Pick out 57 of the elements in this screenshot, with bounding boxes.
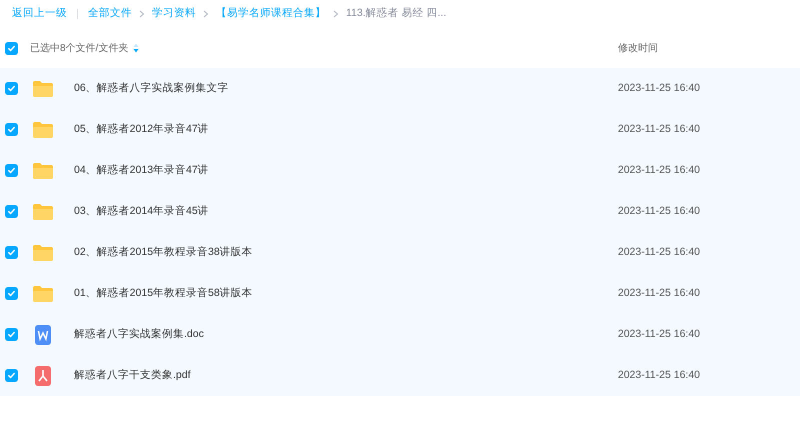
- checkmark-icon: [7, 330, 16, 339]
- folder-icon: [32, 284, 54, 302]
- folder-icon: [32, 80, 54, 98]
- checkbox[interactable]: [5, 42, 18, 54]
- current-folder: 113.解惑者 易经 四...: [346, 6, 446, 22]
- file-row[interactable]: 解惑者八字干支类象.pdf 2023-11-25 16:40: [0, 355, 800, 396]
- modified-time: 2023-11-25 16:40: [618, 80, 700, 96]
- selection-count: 已选中8个文件/文件夹: [30, 42, 128, 56]
- file-name: 解惑者八字干支类象.pdf: [74, 368, 191, 383]
- checkbox[interactable]: [5, 205, 18, 218]
- chevron-right-icon: [203, 10, 209, 18]
- checkmark-icon: [7, 248, 16, 257]
- modified-time: 2023-11-25 16:40: [618, 326, 700, 342]
- file-row[interactable]: 01、解惑者2015年教程录音58讲版本 2023-11-25 16:40: [0, 273, 800, 314]
- file-row[interactable]: 04、解惑者2013年录音47讲 2023-11-25 16:40: [0, 150, 800, 191]
- checkbox[interactable]: [5, 164, 18, 177]
- checkmark-icon: [7, 84, 16, 93]
- file-row[interactable]: 02、解惑者2015年教程录音38讲版本 2023-11-25 16:40: [0, 232, 800, 273]
- folder-icon: [32, 120, 54, 138]
- file-name: 01、解惑者2015年教程录音58讲版本: [74, 286, 253, 301]
- folder-icon: [32, 162, 54, 180]
- checkbox[interactable]: [5, 82, 18, 95]
- checkmark-icon: [7, 371, 16, 380]
- checkmark-icon: [7, 289, 16, 298]
- checkbox[interactable]: [5, 123, 18, 136]
- modified-time: 2023-11-25 16:40: [618, 368, 700, 383]
- file-row[interactable]: 03、解惑者2014年录音45讲 2023-11-25 16:40: [0, 191, 800, 232]
- checkbox[interactable]: [5, 287, 18, 300]
- checkmark-icon: [7, 125, 16, 134]
- folder-icon: [32, 202, 54, 220]
- file-name: 04、解惑者2013年录音47讲: [74, 162, 209, 178]
- modified-time: 2023-11-25 16:40: [618, 286, 700, 301]
- file-name: 02、解惑者2015年教程录音38讲版本: [74, 244, 253, 260]
- modified-time: 2023-11-25 16:40: [618, 204, 700, 219]
- column-header[interactable]: 修改时间: [618, 40, 656, 56]
- sort-icon[interactable]: [133, 43, 140, 53]
- modified-time: 2023-11-25 16:40: [618, 162, 700, 178]
- file-row[interactable]: 06、解惑者八字实战案例集文字 2023-11-25 16:40: [0, 68, 800, 109]
- file-name: 05、解惑者2012年录音47讲: [74, 122, 209, 137]
- checkbox[interactable]: [5, 246, 18, 259]
- file-name: 03、解惑者2014年录音45讲: [74, 204, 209, 219]
- chevron-right-icon: [139, 10, 145, 18]
- folder-icon: [32, 244, 54, 262]
- checkmark-icon: [7, 44, 16, 52]
- word-document-icon: [35, 324, 51, 344]
- chevron-right-icon: [333, 10, 339, 18]
- checkbox[interactable]: [5, 369, 18, 382]
- modified-time: 2023-11-25 16:40: [618, 122, 700, 137]
- file-row[interactable]: 05、解惑者2012年录音47讲 2023-11-25 16:40: [0, 109, 800, 150]
- checkmark-icon: [7, 166, 16, 175]
- pdf-document-icon: [35, 366, 51, 386]
- file-name: 解惑者八字实战案例集.doc: [74, 326, 204, 342]
- checkmark-icon: [7, 207, 16, 216]
- file-name: 06、解惑者八字实战案例集文字: [74, 80, 229, 96]
- checkbox[interactable]: [5, 328, 18, 341]
- modified-time: 2023-11-25 16:40: [618, 244, 700, 260]
- file-row[interactable]: 解惑者八字实战案例集.doc 2023-11-25 16:40: [0, 314, 800, 355]
